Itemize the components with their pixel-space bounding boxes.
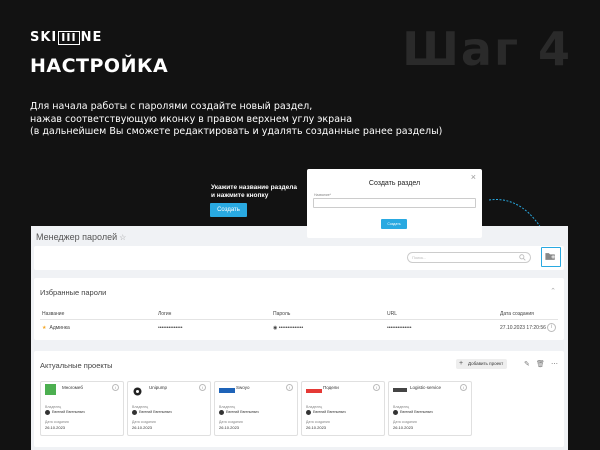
date-label: Дата создания (132, 420, 156, 424)
chevron-up-icon[interactable]: ⌃ (550, 287, 556, 295)
project-name: Unipump (149, 385, 168, 390)
row-login: •••••••••••••• (158, 325, 183, 331)
table-row[interactable]: ★ Админка •••••••••••••• ◉ ••••••••••••••… (40, 322, 558, 334)
search-placeholder: Поиск... (412, 255, 427, 260)
app-title-text: Менеджер паролей (36, 232, 118, 242)
owner-name: Евгений Евгеньевич (313, 410, 346, 414)
info-icon[interactable]: i (199, 384, 206, 391)
trash-icon[interactable]: 🗑 (536, 360, 545, 368)
app-title: Менеджер паролей ☆ (36, 232, 126, 242)
owner-label: Владелец (45, 405, 62, 409)
project-name: Подели (323, 385, 339, 390)
favorites-title: Избранные пароли (40, 288, 107, 297)
owner-label: Владелец (132, 405, 149, 409)
star-icon: ★ (42, 325, 47, 331)
row-password-text: •••••••••••••• (278, 325, 304, 331)
project-logo (45, 384, 56, 395)
project-logo (219, 388, 235, 393)
project-card[interactable]: Logistic-service i Владелец Евгений Евге… (388, 381, 472, 436)
info-icon[interactable]: i (286, 384, 293, 391)
column-header: Дата создания (500, 311, 534, 317)
section-name-input[interactable] (313, 198, 476, 208)
owner-label: Владелец (306, 405, 323, 409)
column-header: Логин (158, 311, 172, 317)
date-label: Дата создания (219, 420, 243, 424)
date-label: Дата создания (45, 420, 69, 424)
project-card[interactable]: Подели i Владелец Евгений Евгеньевич Дат… (301, 381, 385, 436)
project-name: Swoyo (236, 385, 250, 390)
date-label: Дата создания (393, 420, 417, 424)
date-label: Дата создания (306, 420, 330, 424)
search-input[interactable]: Поиск... (407, 252, 531, 263)
owner-name: Евгений Евгеньевич (226, 410, 259, 414)
project-date: 26.10.2023 (219, 425, 240, 430)
info-icon[interactable]: i (460, 384, 467, 391)
project-card[interactable]: Многомеб i Владелец Евгений Евгеньевич Д… (40, 381, 124, 436)
project-logo (393, 388, 407, 392)
avatar (45, 410, 50, 415)
favorites-panel: Избранные пароли ⌃ Название Логин Пароль… (34, 278, 564, 340)
projects-title: Актуальные проекты (40, 361, 113, 370)
plus-icon: + (459, 360, 464, 367)
avatar (219, 410, 224, 415)
row-password: ◉ •••••••••••••• (273, 325, 303, 331)
owner-label: Владелец (219, 405, 236, 409)
row-name: ★ Админка (42, 325, 70, 331)
star-icon[interactable]: ☆ (119, 233, 126, 242)
info-icon[interactable]: i (373, 384, 380, 391)
projects-panel: Актуальные проекты + Добавить проект ✎ 🗑 … (34, 351, 564, 447)
edit-icon[interactable]: ✎ (524, 360, 530, 368)
project-logo (306, 389, 322, 393)
info-icon[interactable]: i (547, 323, 556, 332)
avatar (393, 410, 398, 415)
more-icon[interactable]: ⋯ (551, 360, 558, 368)
toolbar: Поиск... (34, 246, 564, 270)
folder-plus-icon (545, 253, 555, 260)
project-card[interactable]: Unipump i Владелец Евгений Евгеньевич Да… (127, 381, 211, 436)
column-header: Название (42, 311, 65, 317)
add-project-label: Добавить проект (468, 361, 504, 366)
add-section-button[interactable] (541, 247, 561, 267)
row-url: •••••••••••••• (387, 325, 412, 331)
owner-name: Евгений Евгеньевич (52, 410, 85, 414)
project-date: 26.10.2023 (132, 425, 153, 430)
info-icon[interactable]: i (112, 384, 119, 391)
project-logo (132, 384, 143, 396)
project-card[interactable]: Swoyo i Владелец Евгений Евгеньевич Дата… (214, 381, 298, 436)
avatar (132, 410, 137, 415)
field-label: Название* (314, 193, 332, 197)
project-cards: Многомеб i Владелец Евгений Евгеньевич Д… (40, 381, 472, 436)
owner-label: Владелец (393, 405, 410, 409)
row-name-text: Админка (49, 325, 70, 331)
owner-name: Евгений Евгеньевич (400, 410, 433, 414)
project-name: Logistic-service (410, 385, 442, 390)
table-header: Название Логин Пароль URL Дата создания (40, 308, 558, 320)
project-date: 26.10.2023 (393, 425, 414, 430)
project-date: 26.10.2023 (45, 425, 66, 430)
column-header: Пароль (273, 311, 291, 317)
column-header: URL (387, 311, 398, 317)
project-name: Многомеб (62, 385, 83, 390)
create-button[interactable]: Создать (381, 219, 407, 229)
create-section-modal: × Создать раздел Название* Создать (307, 169, 482, 238)
modal-title: Создать раздел (368, 180, 421, 187)
search-icon (519, 254, 526, 261)
password-manager-app: Менеджер паролей ☆ Поиск... Избранные пар… (31, 226, 568, 450)
row-date: 27.10.2023 17:20:56 (500, 325, 546, 331)
avatar (306, 410, 311, 415)
owner-name: Евгений Евгеньевич (139, 410, 172, 414)
add-project-button[interactable]: + Добавить проект (456, 359, 508, 369)
project-date: 26.10.2023 (306, 425, 327, 430)
